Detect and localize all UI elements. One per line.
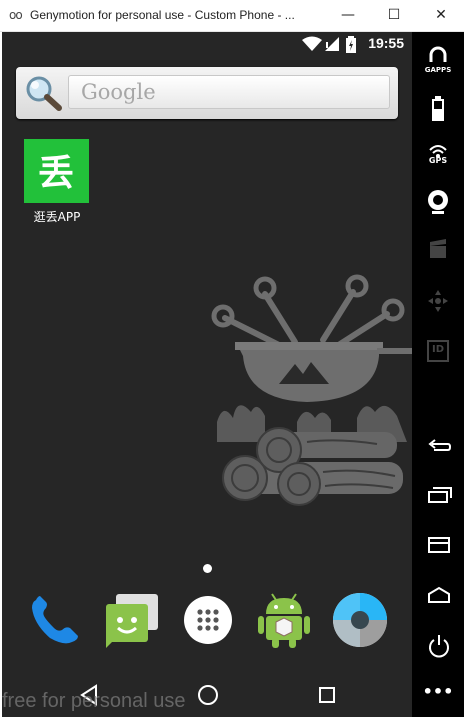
dpad-button[interactable]: [412, 284, 464, 324]
watermark-text: free for personal use: [2, 690, 186, 712]
messaging-icon[interactable]: [102, 590, 162, 650]
window-titlebar: oo Genymotion for personal use - Custom …: [0, 0, 464, 32]
battery-button[interactable]: [412, 90, 464, 130]
toolbar-more-button[interactable]: •••: [412, 680, 464, 720]
toolbar-home-button[interactable]: [412, 578, 464, 618]
battery-icon: [346, 36, 356, 53]
search-input[interactable]: Google: [68, 75, 390, 109]
status-clock: 19:55: [368, 35, 404, 51]
battery-widget-icon: [432, 96, 444, 121]
gapps-icon: [429, 46, 447, 62]
page-indicator-dot: [203, 564, 212, 573]
gapps-label: GAPPS: [424, 66, 452, 74]
power-icon: [429, 635, 449, 658]
toolbar-power-button[interactable]: [412, 628, 464, 668]
magnifier-icon: [26, 76, 62, 111]
gps-label: GPS: [428, 156, 448, 165]
search-placeholder: Google: [81, 80, 156, 104]
home-icon: [428, 586, 450, 603]
media-button[interactable]: [412, 232, 464, 272]
status-bar: 19:55: [2, 32, 412, 56]
recent-apps-icon: [428, 487, 452, 503]
camera-icon[interactable]: [330, 590, 390, 650]
toolbar-menu-button[interactable]: [412, 528, 464, 568]
menu-icon: [428, 537, 450, 553]
recents-icon[interactable]: [312, 680, 342, 710]
wallpaper-fondue-artwork: [211, 274, 412, 506]
cell-signal-icon: [325, 37, 339, 51]
device-screen[interactable]: 19:55 Google 丢 逛丢APP free for personal u…: [2, 32, 412, 717]
webcam-button[interactable]: [412, 182, 464, 222]
more-icon: •••: [422, 682, 454, 701]
media-icon: [430, 239, 446, 258]
minimize-button[interactable]: —: [325, 0, 371, 32]
app-label: 逛丢APP: [33, 210, 81, 224]
google-search-bar[interactable]: Google: [16, 67, 398, 119]
maximize-button[interactable]: ☐: [371, 0, 417, 32]
window-title: Genymotion for personal use - Custom Pho…: [30, 8, 295, 22]
app-glyph: 丢: [38, 153, 74, 194]
gapps-button[interactable]: GAPPS: [412, 40, 464, 80]
android-installer-icon[interactable]: [254, 590, 314, 650]
webcam-icon: [428, 190, 448, 214]
toolbar-recent-apps-button[interactable]: [412, 478, 464, 518]
wifi-icon: [302, 36, 322, 51]
guangdiu-app-icon[interactable]: 丢: [24, 139, 89, 203]
device-id-label: ID: [431, 344, 445, 355]
home-icon[interactable]: [193, 680, 223, 710]
genymotion-logo-icon: oo: [9, 8, 23, 22]
gps-button[interactable]: GPS: [412, 136, 464, 176]
device-id-button[interactable]: ID: [412, 334, 464, 374]
dpad-icon: [428, 290, 448, 312]
back-icon: [428, 439, 452, 451]
toolbar-back-button[interactable]: [412, 430, 464, 470]
genymotion-toolbar: GAPPS GPS ID •••: [412, 32, 464, 717]
phone-icon[interactable]: [24, 590, 84, 650]
app-drawer-icon[interactable]: [178, 590, 238, 650]
close-button[interactable]: ✕: [418, 0, 464, 32]
